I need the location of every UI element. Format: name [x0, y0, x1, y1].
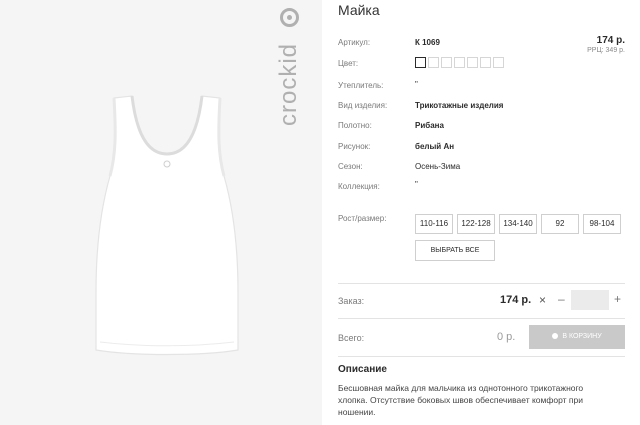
color-swatch[interactable]	[467, 57, 478, 68]
size-option-button[interactable]: 92	[541, 214, 579, 234]
size-option-button[interactable]: 110-116	[415, 214, 453, 234]
qty-increment-button[interactable]: +	[614, 292, 621, 306]
attr-value-article: К 1069	[415, 38, 440, 47]
size-option-button[interactable]: 122-128	[457, 214, 495, 234]
brand-logo: crockid	[271, 8, 307, 126]
color-swatch[interactable]	[454, 57, 465, 68]
divider	[338, 283, 625, 284]
attr-label-fabric: Полотно:	[338, 121, 372, 130]
attr-value-insulation: "	[415, 80, 418, 89]
attr-label-article: Артикул:	[338, 38, 371, 47]
attr-value-season: Осень-Зима	[415, 162, 461, 171]
add-to-cart-label: В КОРЗИНУ	[562, 333, 602, 340]
attr-label-collection: Коллекция:	[338, 182, 380, 191]
attr-label-pattern: Рисунок:	[338, 142, 371, 151]
attr-value-type: Трикотажные изделия	[415, 101, 504, 110]
quantity-input[interactable]	[571, 290, 609, 310]
attr-label-type: Вид изделия:	[338, 101, 388, 110]
attr-label-season: Сезон:	[338, 162, 363, 171]
total-value: 0 р.	[497, 331, 516, 343]
description-text: Бесшовная майка для мальчика из однотонн…	[338, 383, 584, 417]
times-sign: ×	[539, 293, 547, 307]
product-title: Майка	[338, 2, 380, 18]
total-label: Всего:	[338, 333, 365, 343]
color-swatch[interactable]	[428, 57, 439, 68]
product-rrp: РРЦ: 349 р.	[587, 47, 625, 54]
product-price: 174 р.	[596, 35, 625, 46]
color-swatch[interactable]	[480, 57, 491, 68]
attr-value-fabric: Рибана	[415, 121, 444, 130]
divider	[338, 318, 625, 319]
attr-value-collection: "	[415, 180, 418, 189]
add-to-cart-button[interactable]: В КОРЗИНУ	[529, 325, 625, 349]
product-photo-panel[interactable]: crockid	[0, 0, 322, 425]
color-swatches	[415, 57, 504, 68]
attr-label-insulation: Утеплитель:	[338, 81, 384, 90]
select-all-sizes-button[interactable]: ВЫБРАТЬ ВСЕ	[415, 240, 495, 261]
order-price: 174 р.	[500, 294, 532, 306]
color-swatch[interactable]	[441, 57, 452, 68]
divider	[338, 356, 625, 357]
color-swatch[interactable]	[493, 57, 504, 68]
size-options: 110-116 122-128 134-140 92 98-104	[415, 214, 621, 234]
size-option-button[interactable]: 134-140	[499, 214, 537, 234]
cart-icon	[552, 333, 559, 339]
size-option-button[interactable]: 98-104	[583, 214, 621, 234]
size-label: Рост/размер:	[338, 214, 387, 223]
attr-label-color: Цвет:	[338, 59, 359, 68]
attr-value-pattern: белый Ан	[415, 142, 455, 151]
color-swatch[interactable]	[415, 57, 426, 68]
tank-top-image	[95, 95, 239, 356]
order-label: Заказ:	[338, 296, 365, 306]
qty-decrement-button[interactable]: –	[558, 292, 565, 306]
description-title: Описание	[338, 364, 387, 375]
brand-logo-ring-icon	[280, 8, 299, 27]
